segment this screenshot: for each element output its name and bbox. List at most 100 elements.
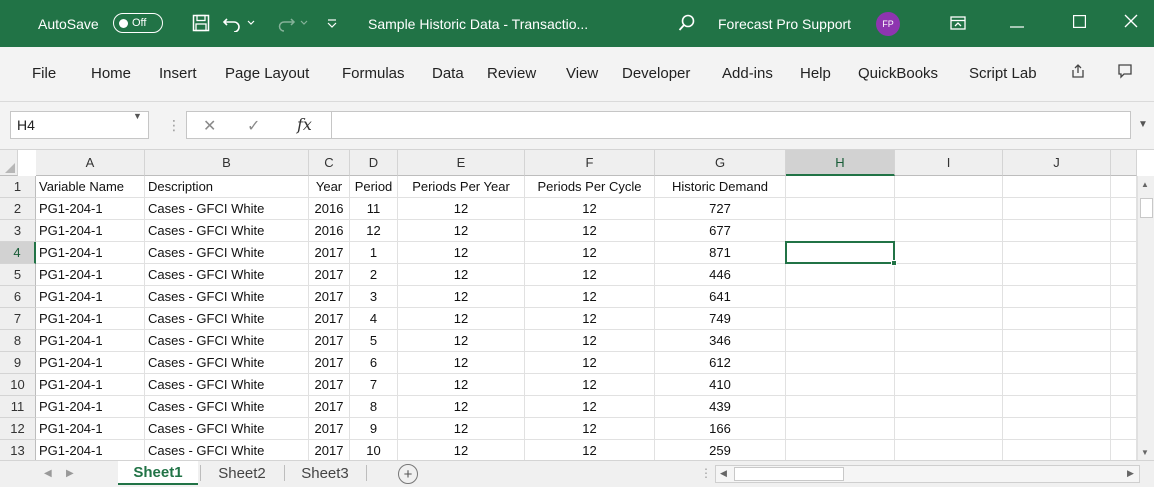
cell[interactable]: [895, 330, 1003, 352]
cell[interactable]: 12: [525, 352, 655, 374]
cell[interactable]: PG1-204-1: [36, 286, 145, 308]
cell[interactable]: [1111, 308, 1137, 330]
cell[interactable]: Cases - GFCI White: [145, 242, 309, 264]
cell[interactable]: [786, 308, 895, 330]
cell[interactable]: PG1-204-1: [36, 264, 145, 286]
cell[interactable]: 12: [525, 198, 655, 220]
cell[interactable]: [895, 242, 1003, 264]
cell[interactable]: [895, 198, 1003, 220]
redo-dropdown-icon[interactable]: [299, 11, 309, 35]
cell[interactable]: Cases - GFCI White: [145, 198, 309, 220]
cell[interactable]: [786, 264, 895, 286]
cell[interactable]: [786, 242, 895, 264]
row-header[interactable]: 11: [0, 396, 36, 418]
close-button[interactable]: [1108, 0, 1154, 47]
cell[interactable]: 2017: [309, 242, 350, 264]
cell[interactable]: Cases - GFCI White: [145, 264, 309, 286]
cell[interactable]: 12: [398, 264, 525, 286]
cell[interactable]: PG1-204-1: [36, 242, 145, 264]
cell[interactable]: 166: [655, 418, 786, 440]
cell[interactable]: 10: [350, 440, 398, 462]
cell[interactable]: [786, 176, 895, 198]
cell[interactable]: 2017: [309, 418, 350, 440]
column-header-j[interactable]: J: [1003, 150, 1111, 176]
cell[interactable]: [1111, 330, 1137, 352]
tab-insert[interactable]: Insert: [159, 65, 197, 82]
cell[interactable]: [786, 220, 895, 242]
row-header[interactable]: 4: [0, 242, 36, 264]
cell[interactable]: 12: [398, 242, 525, 264]
cell[interactable]: [1111, 352, 1137, 374]
cell[interactable]: 12: [398, 330, 525, 352]
cell[interactable]: 12: [525, 440, 655, 462]
cell[interactable]: [1003, 308, 1111, 330]
column-header-g[interactable]: G: [655, 150, 786, 176]
cell[interactable]: 11: [350, 198, 398, 220]
cell[interactable]: 6: [350, 352, 398, 374]
scroll-right-icon[interactable]: ▶: [1127, 468, 1134, 479]
cell[interactable]: [895, 286, 1003, 308]
cell[interactable]: Cases - GFCI White: [145, 374, 309, 396]
cell[interactable]: PG1-204-1: [36, 418, 145, 440]
row-header[interactable]: 8: [0, 330, 36, 352]
tab-add-ins[interactable]: Add-ins: [722, 65, 773, 82]
previous-sheet-icon[interactable]: ◀: [44, 468, 52, 479]
cell[interactable]: [895, 374, 1003, 396]
horizontal-scroll-thumb[interactable]: [734, 467, 844, 481]
next-sheet-icon[interactable]: ▶: [66, 468, 74, 479]
sheet-tab-sheet3[interactable]: Sheet3: [286, 461, 364, 485]
column-header-b[interactable]: B: [145, 150, 309, 176]
cell[interactable]: 2017: [309, 264, 350, 286]
sheet-tab-sheet2[interactable]: Sheet2: [202, 461, 282, 485]
cell[interactable]: [895, 418, 1003, 440]
cell[interactable]: 12: [525, 264, 655, 286]
row-header[interactable]: 3: [0, 220, 36, 242]
cell[interactable]: 12: [350, 220, 398, 242]
chevron-down-icon[interactable]: ▼: [133, 111, 142, 121]
cell[interactable]: 410: [655, 374, 786, 396]
cell[interactable]: 749: [655, 308, 786, 330]
cell[interactable]: [1003, 242, 1111, 264]
cell[interactable]: [895, 352, 1003, 374]
cell[interactable]: 346: [655, 330, 786, 352]
cell[interactable]: PG1-204-1: [36, 198, 145, 220]
vertical-scrollbar[interactable]: ▲ ▼: [1137, 176, 1154, 460]
cell[interactable]: 12: [398, 396, 525, 418]
cell[interactable]: [1111, 176, 1137, 198]
cell[interactable]: PG1-204-1: [36, 220, 145, 242]
column-header-f[interactable]: F: [525, 150, 655, 176]
cell[interactable]: 5: [350, 330, 398, 352]
cell[interactable]: [786, 330, 895, 352]
cell[interactable]: 12: [525, 308, 655, 330]
row-header[interactable]: 1: [0, 176, 36, 198]
cell[interactable]: Cases - GFCI White: [145, 352, 309, 374]
cell[interactable]: [895, 396, 1003, 418]
cell[interactable]: 7: [350, 374, 398, 396]
cell[interactable]: [895, 264, 1003, 286]
cell[interactable]: Variable Name: [36, 176, 145, 198]
cell[interactable]: 2017: [309, 352, 350, 374]
cell[interactable]: 12: [525, 286, 655, 308]
row-header[interactable]: 10: [0, 374, 36, 396]
cell[interactable]: 12: [525, 242, 655, 264]
cell[interactable]: Cases - GFCI White: [145, 308, 309, 330]
cell[interactable]: [1111, 396, 1137, 418]
cell[interactable]: [1003, 330, 1111, 352]
avatar[interactable]: FP: [876, 12, 900, 36]
cell[interactable]: 2017: [309, 286, 350, 308]
undo-icon[interactable]: [219, 11, 245, 35]
cell[interactable]: 9: [350, 418, 398, 440]
cell[interactable]: 12: [525, 220, 655, 242]
tab-help[interactable]: Help: [800, 65, 831, 82]
enter-icon[interactable]: ✓: [247, 116, 260, 136]
row-header[interactable]: 5: [0, 264, 36, 286]
cell[interactable]: 12: [398, 286, 525, 308]
cell[interactable]: 12: [525, 374, 655, 396]
redo-icon[interactable]: [276, 11, 298, 35]
cell[interactable]: 1: [350, 242, 398, 264]
cell[interactable]: [786, 198, 895, 220]
cell[interactable]: Cases - GFCI White: [145, 396, 309, 418]
customize-toolbar-icon[interactable]: [325, 11, 339, 35]
tab-developer[interactable]: Developer: [622, 65, 690, 82]
row-header[interactable]: 7: [0, 308, 36, 330]
